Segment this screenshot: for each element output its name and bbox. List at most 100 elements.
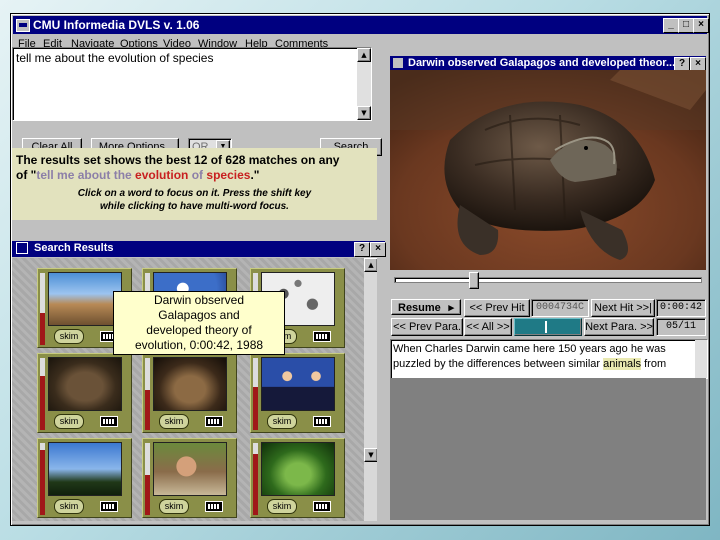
filmstrip-icon[interactable] — [100, 501, 118, 512]
hint-line-2: while clicking to have multi-word focus. — [100, 201, 289, 212]
result-tooltip: Darwin observed Galapagos and developed … — [113, 291, 285, 355]
transcript-text-span: from — [641, 358, 667, 370]
relevance-bar — [145, 443, 150, 515]
play-arrow-icon: ▸ — [448, 302, 454, 314]
resume-label: Resume — [398, 302, 441, 314]
video-frame[interactable] — [390, 70, 706, 270]
transcript-text-span: puzzled by the differences between simil… — [393, 358, 604, 370]
relevance-fill — [253, 453, 258, 515]
result-thumbnail[interactable] — [48, 357, 122, 411]
skim-button[interactable]: skim — [267, 414, 297, 429]
scroll-down-arrow-icon[interactable]: ▼ — [357, 106, 371, 120]
result-item[interactable]: skim — [142, 353, 237, 433]
filmstrip-icon[interactable] — [313, 331, 331, 342]
transcript-line-2: puzzled by the differences between simil… — [393, 358, 691, 370]
relevance-fill — [253, 386, 258, 430]
results-query-line: of "tell me about the evolution of speci… — [16, 168, 259, 182]
query-word[interactable]: species — [206, 168, 250, 182]
tortoise-video-image — [390, 70, 706, 270]
hint-line-1: Click on a word to focus on it. Press th… — [77, 188, 312, 199]
all-paragraphs-button[interactable]: << All >> — [464, 318, 512, 336]
result-item[interactable]: skim — [37, 353, 132, 433]
tooltip-line: Galapagos and — [158, 308, 240, 322]
scroll-up-arrow-icon[interactable]: ▲ — [357, 48, 371, 62]
next-hit-button[interactable]: Next Hit >>| — [591, 299, 655, 317]
next-paragraph-button[interactable]: Next Para. >> — [584, 318, 654, 336]
filmstrip-icon[interactable] — [205, 501, 223, 512]
app-icon — [16, 19, 30, 32]
filmstrip-icon[interactable] — [313, 501, 331, 512]
relevance-bar — [253, 358, 258, 430]
maximize-button[interactable]: □ — [678, 18, 694, 33]
filmstrip-icon[interactable] — [100, 416, 118, 427]
query-scrollbar[interactable]: ▲ ▼ — [357, 48, 371, 120]
query-input[interactable]: tell me about the evolution of species ▲… — [12, 47, 372, 121]
window-title: CMU Informedia DVLS v. 1.06 — [33, 18, 200, 32]
prev-hit-button[interactable]: << Prev Hit — [464, 299, 530, 317]
result-thumbnail[interactable] — [153, 357, 227, 411]
scroll-down-arrow-icon[interactable]: ▼ — [364, 448, 377, 462]
skim-button[interactable]: skim — [267, 499, 297, 514]
resume-button[interactable]: Resume ▸ — [391, 299, 461, 315]
relevance-fill — [40, 450, 45, 515]
results-scrollbar[interactable]: ▲ ▼ — [364, 258, 377, 521]
transcript-scrollbar[interactable] — [695, 340, 707, 378]
result-item[interactable]: skim — [250, 353, 345, 433]
video-title: Darwin observed Galapagos and developed … — [408, 57, 676, 69]
prev-paragraph-button[interactable]: << Prev Para. — [391, 318, 463, 336]
query-word[interactable]: tell me about the — [36, 168, 135, 182]
search-results-titlebar: Search Results ? × — [12, 241, 386, 257]
relevance-bar — [40, 358, 45, 430]
slider-thumb[interactable] — [468, 272, 479, 289]
skim-button[interactable]: skim — [54, 329, 84, 344]
result-item[interactable]: skim — [37, 438, 132, 518]
results-summary: The results set shows the best 12 of 628… — [16, 153, 340, 167]
tooltip-line: Darwin observed — [153, 293, 245, 307]
query-word[interactable]: of — [188, 168, 206, 182]
search-results-title: Search Results — [34, 242, 114, 254]
result-thumbnail[interactable] — [261, 357, 335, 411]
relevance-bar — [40, 443, 45, 515]
query-quote-open: of " — [16, 168, 37, 182]
results-info: The results set shows the best 12 of 628… — [12, 148, 377, 220]
filmstrip-icon[interactable] — [313, 416, 331, 427]
result-thumbnail[interactable] — [153, 442, 227, 496]
paragraph-counter: 05/11 — [656, 318, 706, 336]
filmstrip-icon[interactable] — [205, 416, 223, 427]
paragraph-progress-bar[interactable] — [514, 318, 582, 336]
query-word[interactable]: evolution — [135, 168, 188, 182]
skim-button[interactable]: skim — [54, 499, 84, 514]
relevance-fill — [145, 390, 150, 430]
transcript-line-1: When Charles Darwin came here 150 years … — [393, 343, 666, 355]
tooltip-line: developed theory of — [146, 323, 252, 337]
relevance-bar — [40, 273, 45, 345]
timecode-display: 0004734C — [531, 299, 589, 317]
skim-button[interactable]: skim — [54, 414, 84, 429]
result-item[interactable]: skim — [142, 438, 237, 518]
skim-button[interactable]: skim — [159, 414, 189, 429]
result-thumbnail[interactable] — [48, 442, 122, 496]
relevance-fill — [40, 376, 45, 430]
title-bar: CMU Informedia DVLS v. 1.06 _ □ × — [13, 16, 709, 34]
empty-panel-area — [390, 378, 706, 520]
tooltip-line: evolution, 0:00:42, 1988 — [134, 338, 264, 352]
help-button[interactable]: ? — [354, 242, 370, 257]
result-thumbnail[interactable] — [48, 272, 122, 326]
query-text: tell me about the evolution of species — [16, 51, 214, 65]
close-button[interactable]: × — [693, 18, 709, 33]
transcript-text[interactable]: When Charles Darwin came here 150 years … — [390, 339, 708, 379]
scroll-up-arrow-icon[interactable]: ▲ — [364, 258, 377, 272]
video-camera-icon — [393, 58, 403, 68]
minimize-button[interactable]: _ — [663, 18, 679, 33]
video-position-slider[interactable] — [390, 270, 706, 290]
relevance-fill — [40, 312, 45, 345]
relevance-fill — [145, 475, 150, 515]
transcript-highlight[interactable]: animals — [603, 358, 642, 370]
close-results-button[interactable]: × — [370, 242, 386, 257]
result-item[interactable]: skim — [250, 438, 345, 518]
relevance-bar — [253, 443, 258, 515]
query-quote-close: ." — [250, 168, 260, 182]
result-thumbnail[interactable] — [261, 442, 335, 496]
time-display: 0:00:42 — [656, 299, 706, 317]
skim-button[interactable]: skim — [159, 499, 189, 514]
